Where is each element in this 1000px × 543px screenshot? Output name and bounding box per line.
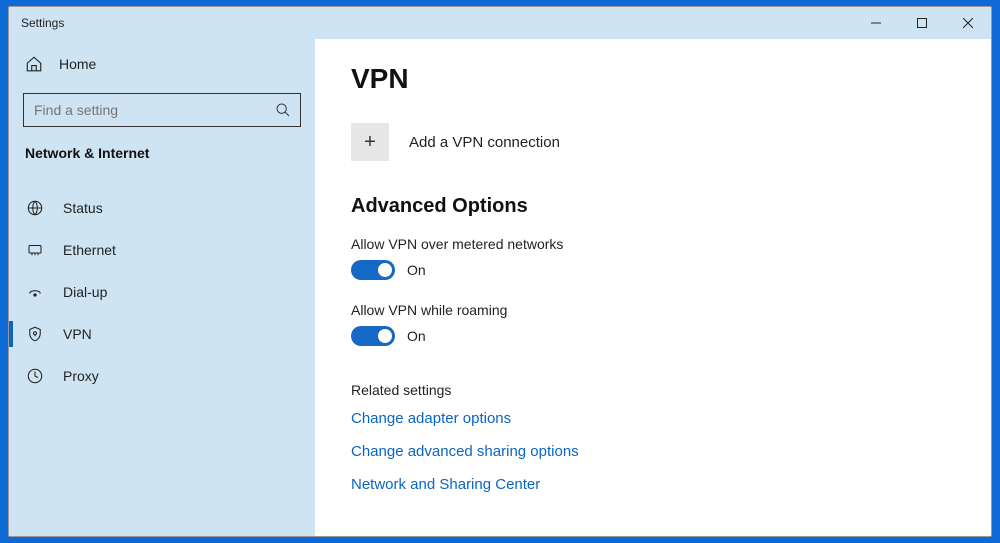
link-advanced-sharing[interactable]: Change advanced sharing options	[351, 443, 951, 460]
maximize-button[interactable]	[899, 7, 945, 39]
maximize-icon	[917, 18, 927, 28]
page-title: VPN	[351, 63, 951, 95]
sidebar-item-status[interactable]: Status	[9, 187, 315, 229]
sidebar-item-dialup[interactable]: Dial-up	[9, 271, 315, 313]
globe-icon	[25, 199, 45, 217]
shield-icon	[25, 325, 45, 343]
toggle-metered-state: On	[407, 262, 426, 278]
toggle-roaming-state: On	[407, 328, 426, 344]
toggle-knob	[378, 329, 392, 343]
close-button[interactable]	[945, 7, 991, 39]
sidebar-item-label: Status	[63, 200, 103, 216]
plus-icon: +	[364, 131, 376, 154]
sidebar-item-label: Proxy	[63, 368, 99, 384]
minimize-button[interactable]	[853, 7, 899, 39]
home-label: Home	[59, 56, 96, 72]
proxy-icon	[25, 367, 45, 385]
search-box	[23, 93, 301, 127]
content: Home Network & Internet Status	[9, 39, 991, 536]
sidebar-item-proxy[interactable]: Proxy	[9, 355, 315, 397]
main-panel: VPN + Add a VPN connection Advanced Opti…	[315, 39, 991, 536]
dialup-icon	[25, 283, 45, 301]
close-icon	[963, 18, 973, 28]
sidebar-item-label: Ethernet	[63, 242, 116, 258]
link-adapter-options[interactable]: Change adapter options	[351, 410, 951, 427]
related-settings-heading: Related settings	[351, 382, 951, 398]
window-title: Settings	[9, 16, 64, 30]
nav-list: Status Ethernet Dial-up	[9, 179, 315, 397]
minimize-icon	[871, 18, 881, 28]
toggle-roaming[interactable]	[351, 326, 395, 346]
window-controls	[853, 7, 991, 39]
link-network-sharing-center[interactable]: Network and Sharing Center	[351, 476, 951, 493]
ethernet-icon	[25, 241, 45, 259]
add-vpn-label: Add a VPN connection	[409, 134, 560, 151]
advanced-options-title: Advanced Options	[351, 195, 951, 218]
home-icon	[25, 55, 43, 73]
option-metered-label: Allow VPN over metered networks	[351, 236, 951, 252]
search-input[interactable]	[23, 93, 301, 127]
toggle-metered[interactable]	[351, 260, 395, 280]
add-button[interactable]: +	[351, 123, 389, 161]
option-metered-toggle-row: On	[351, 260, 951, 280]
sidebar-item-label: VPN	[63, 326, 92, 342]
home-nav[interactable]: Home	[9, 45, 315, 83]
option-roaming-toggle-row: On	[351, 326, 951, 346]
sidebar: Home Network & Internet Status	[9, 39, 315, 536]
section-header: Network & Internet	[9, 141, 315, 179]
toggle-knob	[378, 263, 392, 277]
add-vpn-row[interactable]: + Add a VPN connection	[351, 123, 951, 161]
sidebar-item-vpn[interactable]: VPN	[9, 313, 315, 355]
sidebar-item-label: Dial-up	[63, 284, 107, 300]
search-icon	[275, 102, 291, 118]
titlebar: Settings	[9, 7, 991, 39]
option-roaming-label: Allow VPN while roaming	[351, 302, 951, 318]
search-area	[9, 83, 315, 141]
sidebar-item-ethernet[interactable]: Ethernet	[9, 229, 315, 271]
settings-window: Settings Home	[8, 6, 992, 537]
